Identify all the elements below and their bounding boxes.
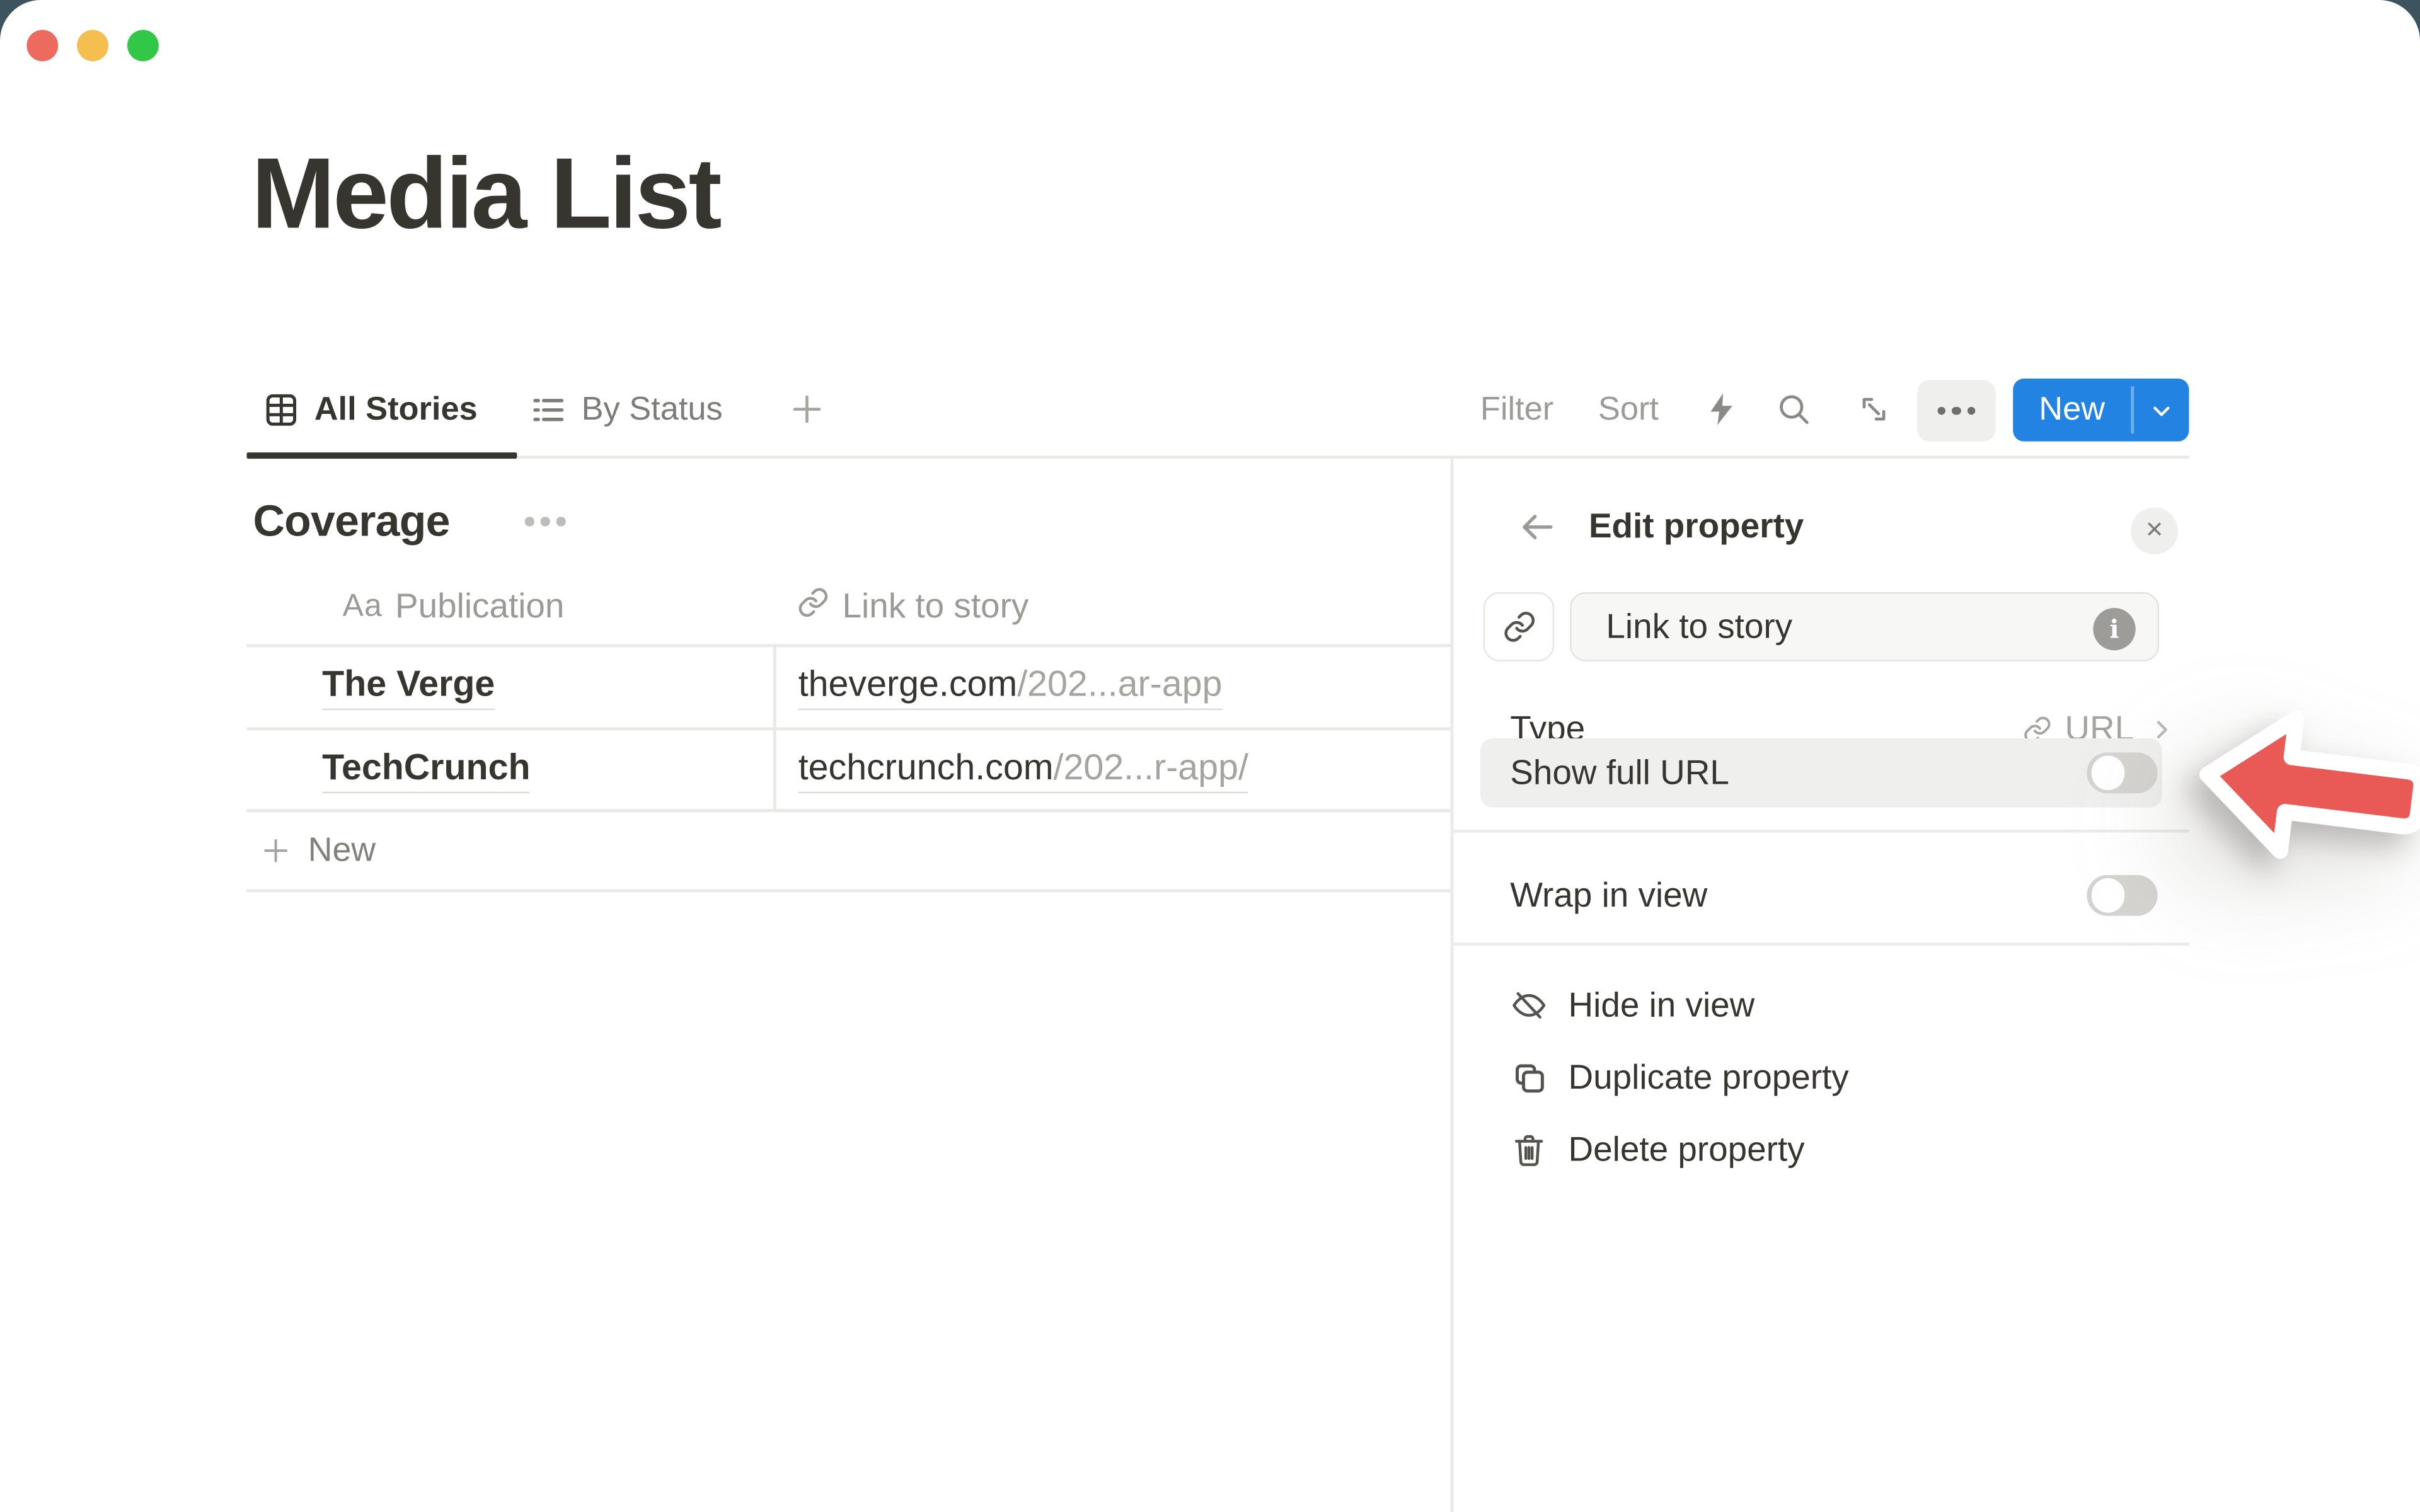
database-title[interactable]: Coverage	[253, 493, 449, 550]
table-row-title[interactable]: The Verge	[322, 646, 495, 728]
filter-button[interactable]: Filter	[1480, 377, 1553, 443]
column-label: Publication	[395, 586, 564, 627]
panel-title: Edit property	[1589, 506, 1804, 547]
show-full-url-toggle[interactable]	[2087, 752, 2157, 794]
minimize-window-button[interactable]	[77, 30, 108, 61]
panel-section-divider	[1451, 942, 2189, 945]
lightning-icon[interactable]	[1703, 391, 1739, 435]
column-label: Link to story	[843, 586, 1029, 627]
new-button-dropdown[interactable]	[2133, 379, 2189, 442]
add-view-button[interactable]	[787, 389, 826, 437]
show-full-url-row[interactable]: Show full URL	[1510, 738, 2157, 808]
screen: Media List All Stories By	[0, 0, 2420, 1512]
database-more-button[interactable]	[525, 517, 565, 525]
chevron-down-icon	[2148, 397, 2174, 423]
close-window-button[interactable]	[26, 30, 58, 61]
link-icon	[797, 585, 829, 627]
link-icon	[1502, 609, 1536, 644]
menu-item-label: Duplicate property	[1569, 1057, 1849, 1098]
trash-icon	[1510, 1131, 1548, 1169]
window-controls	[26, 30, 158, 61]
new-button[interactable]: New	[2013, 379, 2189, 442]
wrap-in-view-toggle[interactable]	[2087, 874, 2157, 916]
expand-icon[interactable]	[1856, 391, 1892, 435]
new-row-label: New	[308, 831, 376, 870]
panel-section-divider	[1451, 830, 2189, 832]
close-button[interactable]: ×	[2131, 507, 2178, 554]
more-icon	[1937, 406, 1946, 415]
plus-icon	[259, 834, 292, 867]
menu-item-label: Hide in view	[1569, 985, 1755, 1026]
text-property-icon: Aa	[343, 588, 383, 624]
close-icon: ×	[2146, 513, 2164, 548]
more-options-button[interactable]	[1917, 380, 1996, 441]
eye-off-icon	[1510, 987, 1548, 1024]
info-icon[interactable]: i	[2093, 607, 2135, 650]
new-row-button[interactable]: New	[259, 811, 376, 891]
app-window: Media List All Stories By	[0, 0, 2420, 1512]
menu-item-delete-property[interactable]: Delete property	[1510, 1115, 2170, 1184]
column-header-link[interactable]: Link to story	[797, 569, 1028, 644]
wrap-in-view-row[interactable]: Wrap in view	[1510, 861, 2157, 930]
new-button-label[interactable]: New	[2013, 379, 2131, 442]
toolbar-divider	[246, 455, 2189, 458]
column-divider	[773, 644, 776, 810]
arrow-left-icon	[1516, 506, 1559, 548]
sort-button[interactable]: Sort	[1598, 377, 1659, 443]
table-view-icon	[262, 391, 300, 429]
search-icon[interactable]	[1776, 391, 1812, 435]
panel-divider	[1451, 457, 1453, 1512]
red-arrow-annotation	[2182, 684, 2420, 890]
show-full-url-label: Show full URL	[1510, 752, 1729, 793]
menu-item-label: Delete property	[1569, 1130, 1805, 1171]
zoom-window-button[interactable]	[127, 30, 159, 61]
tab-label: All Stories	[314, 391, 478, 429]
wrap-in-view-label: Wrap in view	[1510, 875, 1707, 916]
property-name-input[interactable]: Link to story i	[1570, 592, 2159, 662]
column-header-publication[interactable]: Aa Publication	[343, 569, 565, 644]
page-title: Media List	[251, 135, 720, 251]
table-border	[246, 889, 1453, 891]
tab-label: By Status	[582, 391, 723, 429]
back-button[interactable]	[1516, 506, 1559, 556]
tab-all-stories[interactable]: All Stories	[262, 377, 477, 443]
more-icon	[525, 517, 534, 525]
tab-by-status[interactable]: By Status	[529, 377, 722, 443]
property-name-value: Link to story	[1606, 606, 1792, 647]
active-tab-underline	[246, 452, 517, 458]
property-type-icon-button[interactable]	[1484, 592, 1554, 662]
table-row-title[interactable]: TechCrunch	[322, 729, 530, 811]
duplicate-icon	[1510, 1059, 1548, 1097]
menu-item-duplicate-property[interactable]: Duplicate property	[1510, 1043, 2170, 1113]
plus-icon	[787, 389, 826, 428]
table-row-link[interactable]: techcrunch.com/202...r-app/	[798, 729, 1248, 811]
menu-item-hide-in-view[interactable]: Hide in view	[1510, 971, 2170, 1040]
list-view-icon	[529, 391, 567, 429]
table-row-link[interactable]: theverge.com/202...ar-app	[798, 646, 1223, 728]
